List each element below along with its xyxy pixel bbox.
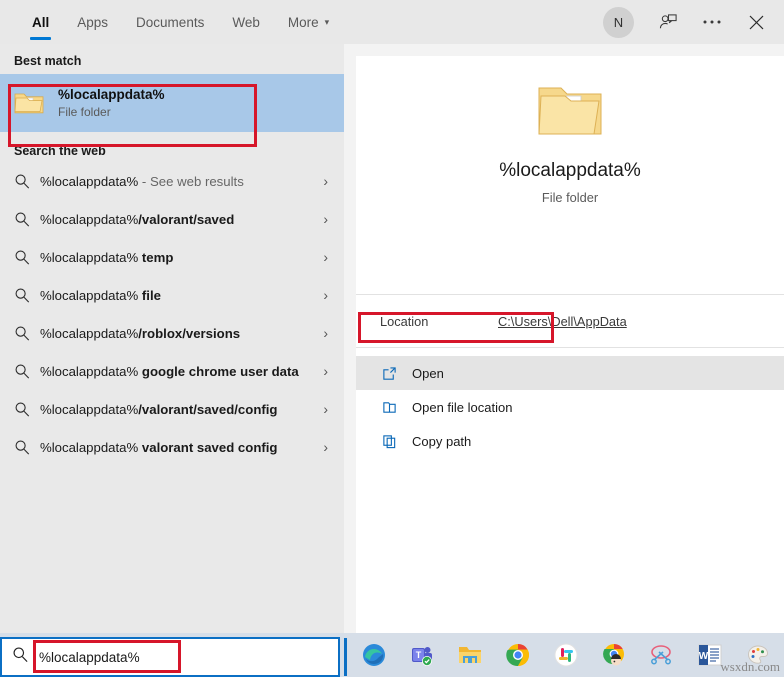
best-match-result[interactable]: %localappdata% File folder xyxy=(0,74,344,132)
search-icon xyxy=(14,401,40,418)
folder-icon-large xyxy=(536,82,604,138)
best-match-title: %localappdata% xyxy=(58,86,165,103)
suggestion-item[interactable]: %localappdata% - See web results › xyxy=(0,162,344,200)
search-icon xyxy=(14,363,40,380)
tab-more[interactable]: More ▾ xyxy=(274,0,343,44)
search-icon xyxy=(14,249,40,266)
taskbar-icon-microsoft-teams[interactable]: T xyxy=(400,633,444,677)
action-open-file-location-label: Open file location xyxy=(412,400,512,415)
suggestion-item[interactable]: %localappdata% temp › xyxy=(0,238,344,276)
search-icon xyxy=(14,325,40,342)
tab-all[interactable]: All xyxy=(18,0,63,44)
chevron-right-icon: › xyxy=(323,401,328,417)
windows-search-flyout: All Apps Documents Web More ▾ N xyxy=(0,0,784,677)
suggestion-label: %localappdata% - See web results xyxy=(40,172,250,191)
chevron-right-icon: › xyxy=(323,249,328,265)
tab-documents[interactable]: Documents xyxy=(122,0,218,44)
taskbar-search-box[interactable]: %localappdata% xyxy=(0,637,340,677)
chevron-right-icon: › xyxy=(323,325,328,341)
close-icon[interactable] xyxy=(736,2,776,42)
best-match-text: %localappdata% File folder xyxy=(58,86,165,120)
chevron-right-icon: › xyxy=(323,211,328,227)
chevron-right-icon: › xyxy=(323,287,328,303)
taskbar-app-icons: T xyxy=(352,633,780,677)
action-copy-path[interactable]: Copy path xyxy=(356,424,784,458)
search-icon xyxy=(12,646,29,668)
tab-apps-label: Apps xyxy=(77,15,108,30)
taskbar-icon-file-explorer[interactable] xyxy=(448,633,492,677)
preview-panel: %localappdata% File folder Location C:\U… xyxy=(356,56,784,633)
avatar-initial: N xyxy=(614,15,623,30)
tab-all-label: All xyxy=(32,15,49,30)
suggestion-item[interactable]: %localappdata% valorant saved config › xyxy=(0,428,344,466)
actions-spacer xyxy=(356,348,784,356)
header-actions: N xyxy=(603,0,776,44)
taskbar-icon-snipping-tool[interactable] xyxy=(640,633,684,677)
action-open[interactable]: Open xyxy=(356,356,784,390)
taskbar-icon-slack[interactable] xyxy=(544,633,588,677)
tab-web-label: Web xyxy=(232,15,260,30)
location-row: Location C:\Users\Dell\AppData xyxy=(356,295,784,347)
action-open-file-location[interactable]: Open file location xyxy=(356,390,784,424)
svg-text:W: W xyxy=(699,651,709,662)
taskbar-icon-google-chrome[interactable] xyxy=(496,633,540,677)
folder-icon xyxy=(14,90,44,116)
tab-documents-label: Documents xyxy=(136,15,204,30)
best-match-heading: Best match xyxy=(0,44,344,74)
copy-icon xyxy=(382,434,412,449)
location-label: Location xyxy=(380,314,498,329)
avatar[interactable]: N xyxy=(603,7,634,38)
action-copy-path-label: Copy path xyxy=(412,434,471,449)
suggestion-label: %localappdata%/roblox/versions xyxy=(40,324,246,343)
action-open-label: Open xyxy=(412,366,444,381)
preview-header: %localappdata% File folder xyxy=(356,56,784,294)
chevron-right-icon: › xyxy=(323,363,328,379)
suggestion-item[interactable]: %localappdata%/valorant/saved › xyxy=(0,200,344,238)
chevron-right-icon: › xyxy=(323,173,328,189)
watermark: wsxdn.com xyxy=(720,659,780,675)
tab-apps[interactable]: Apps xyxy=(63,0,122,44)
folder-open-icon xyxy=(382,400,412,415)
search-icon xyxy=(14,211,40,228)
suggestion-label: %localappdata% google chrome user data xyxy=(40,362,305,381)
search-header: All Apps Documents Web More ▾ N xyxy=(0,0,784,44)
suggestion-item[interactable]: %localappdata% google chrome user data › xyxy=(0,352,344,390)
suggestion-item[interactable]: %localappdata% file › xyxy=(0,276,344,314)
open-external-icon xyxy=(382,366,412,381)
location-link[interactable]: C:\Users\Dell\AppData xyxy=(498,314,627,329)
taskbar-icon-microsoft-edge[interactable] xyxy=(352,633,396,677)
suggestion-item[interactable]: %localappdata%/roblox/versions › xyxy=(0,314,344,352)
search-icon xyxy=(14,287,40,304)
tab-web[interactable]: Web xyxy=(218,0,274,44)
search-icon xyxy=(14,439,40,456)
preview-title: %localappdata% xyxy=(499,160,641,182)
search-icon xyxy=(14,173,40,190)
suggestion-item[interactable]: %localappdata%/valorant/saved/config › xyxy=(0,390,344,428)
ellipsis-icon[interactable] xyxy=(692,2,732,42)
search-flyout-panel: All Apps Documents Web More ▾ N xyxy=(0,0,784,633)
chevron-right-icon: › xyxy=(323,439,328,455)
svg-text:T: T xyxy=(416,650,422,660)
suggestion-label: %localappdata%/valorant/saved/config xyxy=(40,400,284,419)
tab-more-label: More xyxy=(288,15,319,30)
taskbar-divider xyxy=(344,638,347,676)
search-the-web-heading: Search the web xyxy=(0,132,344,162)
best-match-subtitle: File folder xyxy=(58,104,165,120)
person-add-icon[interactable] xyxy=(648,2,688,42)
suggestion-label: %localappdata% temp xyxy=(40,248,179,267)
chevron-down-icon: ▾ xyxy=(325,17,330,28)
suggestion-label: %localappdata% file xyxy=(40,286,167,305)
web-suggestions-list: %localappdata% - See web results›%locala… xyxy=(0,162,344,466)
suggestion-label: %localappdata%/valorant/saved xyxy=(40,210,240,229)
search-input-value[interactable]: %localappdata% xyxy=(39,650,140,665)
results-list: Best match %localappdata% File folder Se… xyxy=(0,44,344,633)
taskbar-icon-chrome-canary[interactable] xyxy=(592,633,636,677)
preview-subtitle: File folder xyxy=(542,190,598,205)
suggestion-label: %localappdata% valorant saved config xyxy=(40,438,284,457)
search-tabs: All Apps Documents Web More ▾ xyxy=(0,0,343,44)
